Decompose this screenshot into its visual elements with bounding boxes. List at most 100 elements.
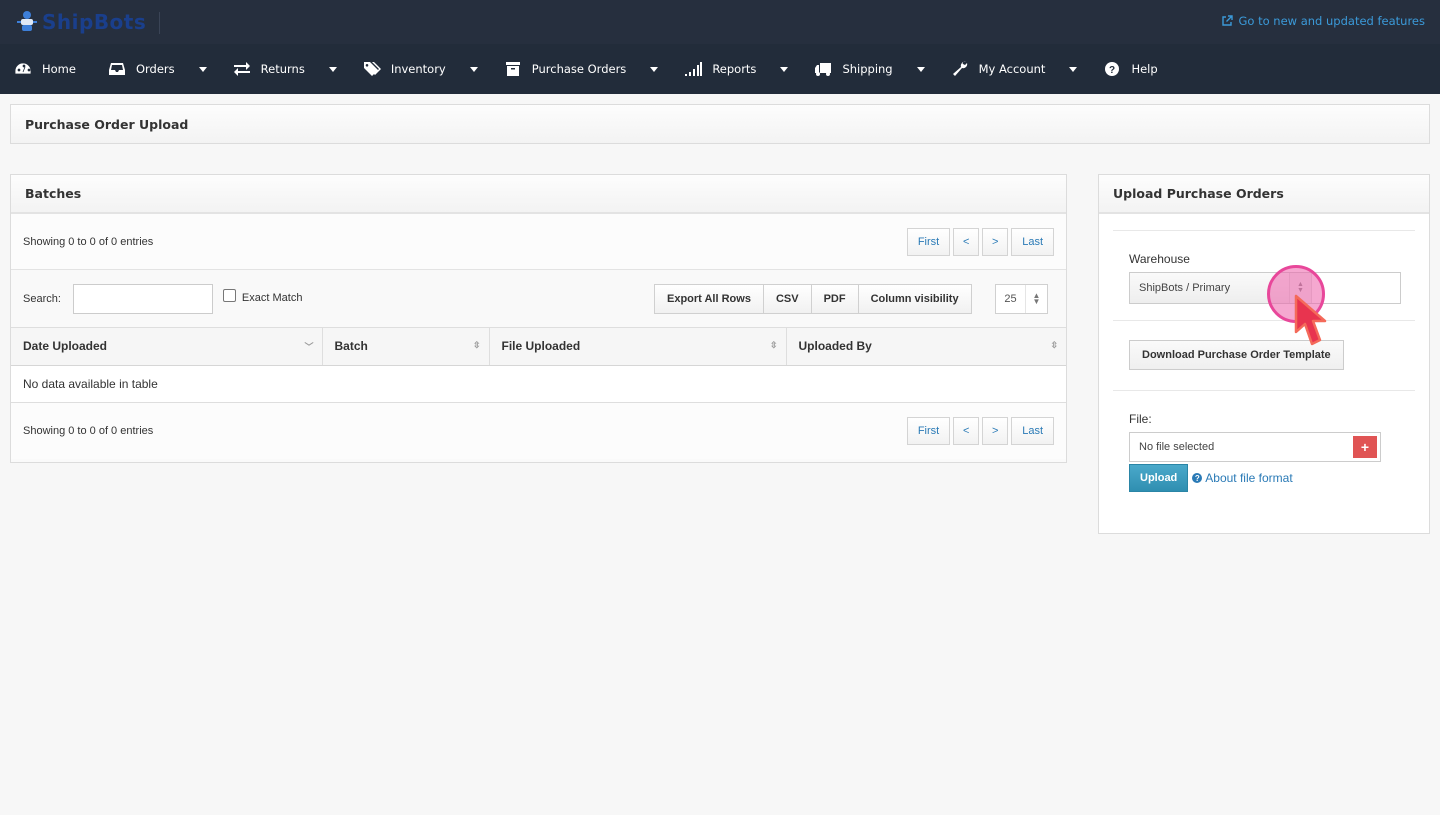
nav-orders[interactable]: Orders — [108, 44, 175, 94]
nav-inventory[interactable]: Inventory — [363, 44, 446, 94]
nav-returns[interactable]: Returns — [233, 44, 305, 94]
sort-both-icon: ⇳ — [1050, 340, 1058, 350]
page-title: Purchase Order Upload — [11, 105, 1429, 143]
entries-info-bottom: Showing 0 to 0 of 0 entries — [23, 424, 154, 437]
export-all-rows-button[interactable]: Export All Rows — [654, 284, 764, 314]
exact-match-label: Exact Match — [241, 291, 303, 304]
table-info-top: Showing 0 to 0 of 0 entries First < > La… — [11, 214, 1066, 270]
col-file-uploaded[interactable]: File Uploaded ⇳ — [489, 328, 787, 366]
top-bar: ShipBots Go to new and updated features — [0, 0, 1440, 44]
page-length-select[interactable]: 25 ▲ ▼ — [995, 284, 1048, 314]
warehouse-value: ShipBots / Primary — [1130, 273, 1290, 303]
col-batch[interactable]: Batch ⇳ — [322, 328, 490, 366]
col-date-uploaded[interactable]: Date Uploaded ﹀ — [11, 328, 323, 366]
nav-my-account-label: My Account — [978, 62, 1046, 76]
truck-icon — [814, 61, 832, 77]
external-link-icon — [1222, 15, 1234, 26]
pdf-button[interactable]: PDF — [811, 284, 859, 314]
nav-returns-caret[interactable] — [328, 66, 337, 72]
batches-title: Batches — [11, 175, 1066, 214]
new-features-link[interactable]: Go to new and updated features — [1221, 14, 1425, 28]
about-file-format-link[interactable]: ? About file format — [1192, 471, 1293, 485]
file-input[interactable]: No file selected + — [1129, 432, 1381, 462]
spinner-icon: ▲ ▼ — [1032, 291, 1041, 306]
entries-info-top: Showing 0 to 0 of 0 entries — [23, 235, 154, 248]
exact-match-checkbox[interactable] — [222, 289, 236, 302]
brand-logo[interactable]: ShipBots — [16, 10, 146, 34]
divider — [1113, 230, 1415, 231]
wrench-icon — [951, 61, 969, 77]
col-uploaded-by[interactable]: Uploaded By ⇳ — [786, 328, 1066, 366]
divider — [1113, 390, 1415, 391]
divider — [1113, 320, 1415, 321]
sort-both-icon: ⇳ — [769, 340, 778, 350]
nav-my-account-caret[interactable] — [1069, 66, 1078, 72]
first-page-button[interactable]: First — [906, 227, 951, 256]
nav-purchase-orders[interactable]: Purchase Orders — [504, 44, 627, 94]
col-file-uploaded-label: File Uploaded — [501, 339, 581, 354]
empty-table-message: No data available in table — [11, 365, 1066, 403]
last-page-button[interactable]: Last — [1011, 227, 1054, 256]
pagination-top: First < > Last — [906, 227, 1054, 256]
nav-reports-label: Reports — [712, 62, 757, 76]
nav-help[interactable]: ? Help — [1103, 44, 1158, 94]
signal-bars-icon — [684, 61, 703, 77]
table-row: No data available in table — [11, 365, 1066, 403]
sort-desc-icon: ﹀ — [304, 342, 314, 352]
col-uploaded-by-label: Uploaded By — [798, 339, 872, 354]
table-tools: Search: Exact Match Export All Rows CSV … — [11, 270, 1066, 328]
add-file-button[interactable]: + — [1353, 436, 1377, 458]
logo-divider — [159, 12, 160, 34]
exchange-icon — [233, 61, 251, 77]
dashboard-icon — [14, 61, 32, 77]
col-batch-label: Batch — [334, 339, 368, 354]
nav-purchase-orders-label: Purchase Orders — [531, 62, 627, 76]
nav-home-label: Home — [42, 62, 76, 76]
nav-orders-caret[interactable] — [198, 66, 207, 72]
col-date-uploaded-label: Date Uploaded — [23, 339, 108, 354]
archive-box-icon — [504, 61, 522, 77]
nav-home[interactable]: Home — [14, 44, 76, 94]
prev-page-button[interactable]: < — [953, 227, 980, 256]
brand-name: ShipBots — [42, 10, 147, 34]
search-label: Search: — [23, 292, 61, 305]
nav-purchase-orders-caret[interactable] — [650, 66, 659, 72]
csv-button[interactable]: CSV — [763, 284, 812, 314]
next-page-button[interactable]: > — [982, 416, 1009, 445]
prev-page-button[interactable]: < — [953, 416, 980, 445]
main-nav: Home Orders Returns Inventory Purchase O… — [0, 44, 1440, 94]
nav-inventory-caret[interactable] — [469, 66, 478, 72]
nav-reports[interactable]: Reports — [684, 44, 756, 94]
upload-panel-title: Upload Purchase Orders — [1099, 175, 1429, 214]
nav-shipping[interactable]: Shipping — [814, 44, 893, 94]
table-info-bottom: Showing 0 to 0 of 0 entries First < > La… — [11, 402, 1066, 459]
batches-panel: Batches Showing 0 to 0 of 0 entries Firs… — [10, 174, 1067, 463]
nav-shipping-caret[interactable] — [916, 66, 925, 72]
upload-panel: Upload Purchase Orders Warehouse ShipBot… — [1098, 174, 1430, 534]
svg-text:?: ? — [1109, 65, 1115, 76]
upload-button[interactable]: Upload — [1129, 464, 1189, 492]
next-page-button[interactable]: > — [982, 227, 1009, 256]
nav-my-account[interactable]: My Account — [951, 44, 1046, 94]
file-input-value: No file selected — [1139, 441, 1215, 453]
question-circle-icon: ? — [1192, 473, 1203, 483]
column-visibility-button[interactable]: Column visibility — [858, 284, 972, 314]
inbox-icon — [108, 61, 126, 77]
nav-shipping-label: Shipping — [842, 62, 893, 76]
tags-icon — [363, 61, 381, 77]
mouse-cursor-icon — [1294, 294, 1327, 346]
batches-table: Date Uploaded ﹀ Batch ⇳ File Uploaded ⇳ Upl… — [11, 328, 1066, 403]
sort-both-icon: ⇳ — [472, 340, 481, 350]
question-circle-icon: ? — [1103, 61, 1121, 77]
pagination-bottom: First < > Last — [906, 416, 1054, 445]
nav-orders-label: Orders — [135, 62, 175, 76]
warehouse-select[interactable]: ShipBots / Primary ▲▼ — [1129, 272, 1401, 304]
page-title-panel: Purchase Order Upload — [10, 104, 1430, 144]
first-page-button[interactable]: First — [906, 416, 951, 445]
exact-match-toggle[interactable]: Exact Match — [222, 289, 303, 304]
search-input[interactable] — [72, 283, 213, 314]
nav-reports-caret[interactable] — [780, 66, 789, 72]
last-page-button[interactable]: Last — [1011, 416, 1054, 445]
nav-help-label: Help — [1131, 62, 1158, 76]
robot-logo-icon — [17, 11, 37, 31]
